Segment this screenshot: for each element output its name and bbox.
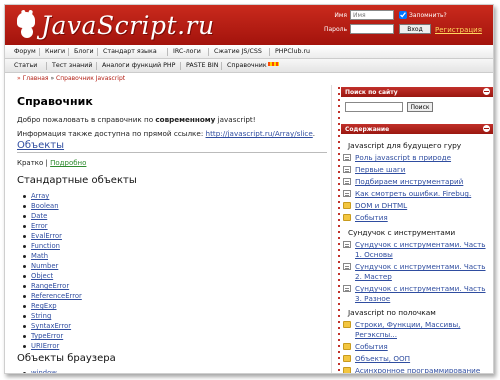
register-link[interactable]: Регистрация xyxy=(435,26,482,34)
site-search-button[interactable]: Поиск xyxy=(407,102,433,112)
nav-item-articles[interactable]: Статьи xyxy=(14,62,37,69)
password-input[interactable] xyxy=(350,24,394,34)
nav-item-irc[interactable]: IRC-логи xyxy=(173,48,201,55)
intro-text: Добро пожаловать в справочник по совреме… xyxy=(17,115,256,124)
nav-item-quiz[interactable]: Тест знаний xyxy=(52,62,92,69)
login-form: Имя Запомнить? Пароль Вход Регистрация xyxy=(319,10,489,42)
contents-panel-header[interactable]: Содержание xyxy=(341,124,493,134)
search-panel-header[interactable]: Поиск по сайту xyxy=(341,87,493,97)
collapse-icon[interactable] xyxy=(483,125,490,132)
nav-item-blogs[interactable]: Блоги xyxy=(74,48,94,55)
objects-heading-link[interactable]: Объекты xyxy=(17,140,64,151)
list-item: Math xyxy=(23,252,143,262)
list-item: TypeError xyxy=(23,332,143,342)
list-item: String xyxy=(23,312,143,322)
short-view-label: Кратко xyxy=(17,159,44,167)
name-label: Имя xyxy=(334,12,347,19)
home-arrow-icon: » xyxy=(17,75,21,82)
folder-icon xyxy=(343,202,351,209)
view-toggle: Кратко | Подробно xyxy=(17,159,87,167)
document-icon xyxy=(343,263,351,270)
folder-icon xyxy=(343,355,351,362)
folder-icon xyxy=(343,367,351,373)
nav-item-reference[interactable]: Справочник xyxy=(227,62,279,69)
list-item: window xyxy=(23,369,143,373)
breadcrumb-current[interactable]: Справочник Javascript xyxy=(56,75,125,82)
folder-icon xyxy=(343,321,351,328)
nav-item-forum[interactable]: Форум xyxy=(14,48,36,55)
list-item: SyntaxError xyxy=(23,322,143,332)
list-item: Boolean xyxy=(23,202,143,212)
document-icon xyxy=(343,154,351,161)
nav-primary: Форум Книги Блоги Стандарт языка IRC-лог… xyxy=(5,45,493,59)
section-title-shelves: Javascript по полочкам xyxy=(348,308,436,317)
nav-item-phpclub[interactable]: PHPClub.ru xyxy=(275,48,310,55)
site-logo[interactable]: JavaScript.ru xyxy=(13,7,215,43)
nav-secondary: Статьи Тест знаний Аналоги функций PHP P… xyxy=(5,59,493,73)
nav-item-pastebin[interactable]: PASTE BIN xyxy=(186,62,218,69)
remember-checkbox[interactable] xyxy=(399,11,407,19)
decorative-dotted-border xyxy=(338,87,340,373)
password-label: Пароль xyxy=(323,26,347,33)
breadcrumb: » Главная » Справочник Javascript xyxy=(17,75,125,82)
collapse-icon[interactable] xyxy=(483,88,490,95)
name-input[interactable] xyxy=(350,10,394,20)
folder-icon xyxy=(343,214,351,221)
site-search-input[interactable] xyxy=(345,102,403,112)
nav-item-compress[interactable]: Сжатие JS/CSS xyxy=(214,48,262,55)
logo-text: JavaScript.ru xyxy=(41,10,215,40)
list-item: Function xyxy=(23,242,143,252)
nav-item-books[interactable]: Книги xyxy=(45,48,65,55)
list-item: Array xyxy=(23,192,143,202)
direct-link[interactable]: http://javascript.ru/Array/slice xyxy=(206,129,313,138)
section-title-tools: Сундучок с инструментами xyxy=(348,228,456,237)
page-title: Справочник xyxy=(17,95,93,108)
heading-underline xyxy=(17,152,327,153)
rabbit-hat-icon xyxy=(13,9,39,40)
new-badge xyxy=(267,62,279,66)
nav-item-php-analogs[interactable]: Аналоги функций PHP xyxy=(102,62,175,69)
list-item: Number xyxy=(23,262,143,272)
breadcrumb-separator: » xyxy=(50,75,55,82)
list-item: RangeError xyxy=(23,282,143,292)
list-item: Error xyxy=(23,222,143,232)
list-item: RegExp xyxy=(23,302,143,312)
document-icon xyxy=(343,166,351,173)
list-item: EvalError xyxy=(23,232,143,242)
column-divider xyxy=(331,85,332,373)
login-button[interactable]: Вход xyxy=(399,24,431,34)
main-content: Справочник Добро пожаловать в справочник… xyxy=(17,87,327,373)
browser-page: JavaScript.ru Имя Запомнить? Пароль Вход… xyxy=(4,4,494,374)
site-header: JavaScript.ru Имя Запомнить? Пароль Вход… xyxy=(5,5,493,45)
document-icon xyxy=(343,178,351,185)
list-item: URIError xyxy=(23,342,143,352)
detailed-view-link[interactable]: Подробно xyxy=(50,159,86,167)
breadcrumb-home[interactable]: Главная xyxy=(23,75,49,82)
nav-item-standard[interactable]: Стандарт языка xyxy=(103,48,157,55)
browser-objects-heading: Объекты браузера xyxy=(17,353,116,364)
list-item: Object xyxy=(23,272,143,282)
section-title-guru: Javascript для будущего гуру xyxy=(348,141,462,150)
list-item: ReferenceError xyxy=(23,292,143,302)
remember-label: Запомнить? xyxy=(409,12,447,19)
info-text: Информация также доступна по прямой ссыл… xyxy=(17,129,316,138)
folder-icon xyxy=(343,343,351,350)
document-icon xyxy=(343,241,351,248)
document-icon xyxy=(343,190,351,197)
list-item: Date xyxy=(23,212,143,222)
standard-objects-heading: Стандартные объекты xyxy=(17,175,137,186)
document-icon xyxy=(343,285,351,292)
